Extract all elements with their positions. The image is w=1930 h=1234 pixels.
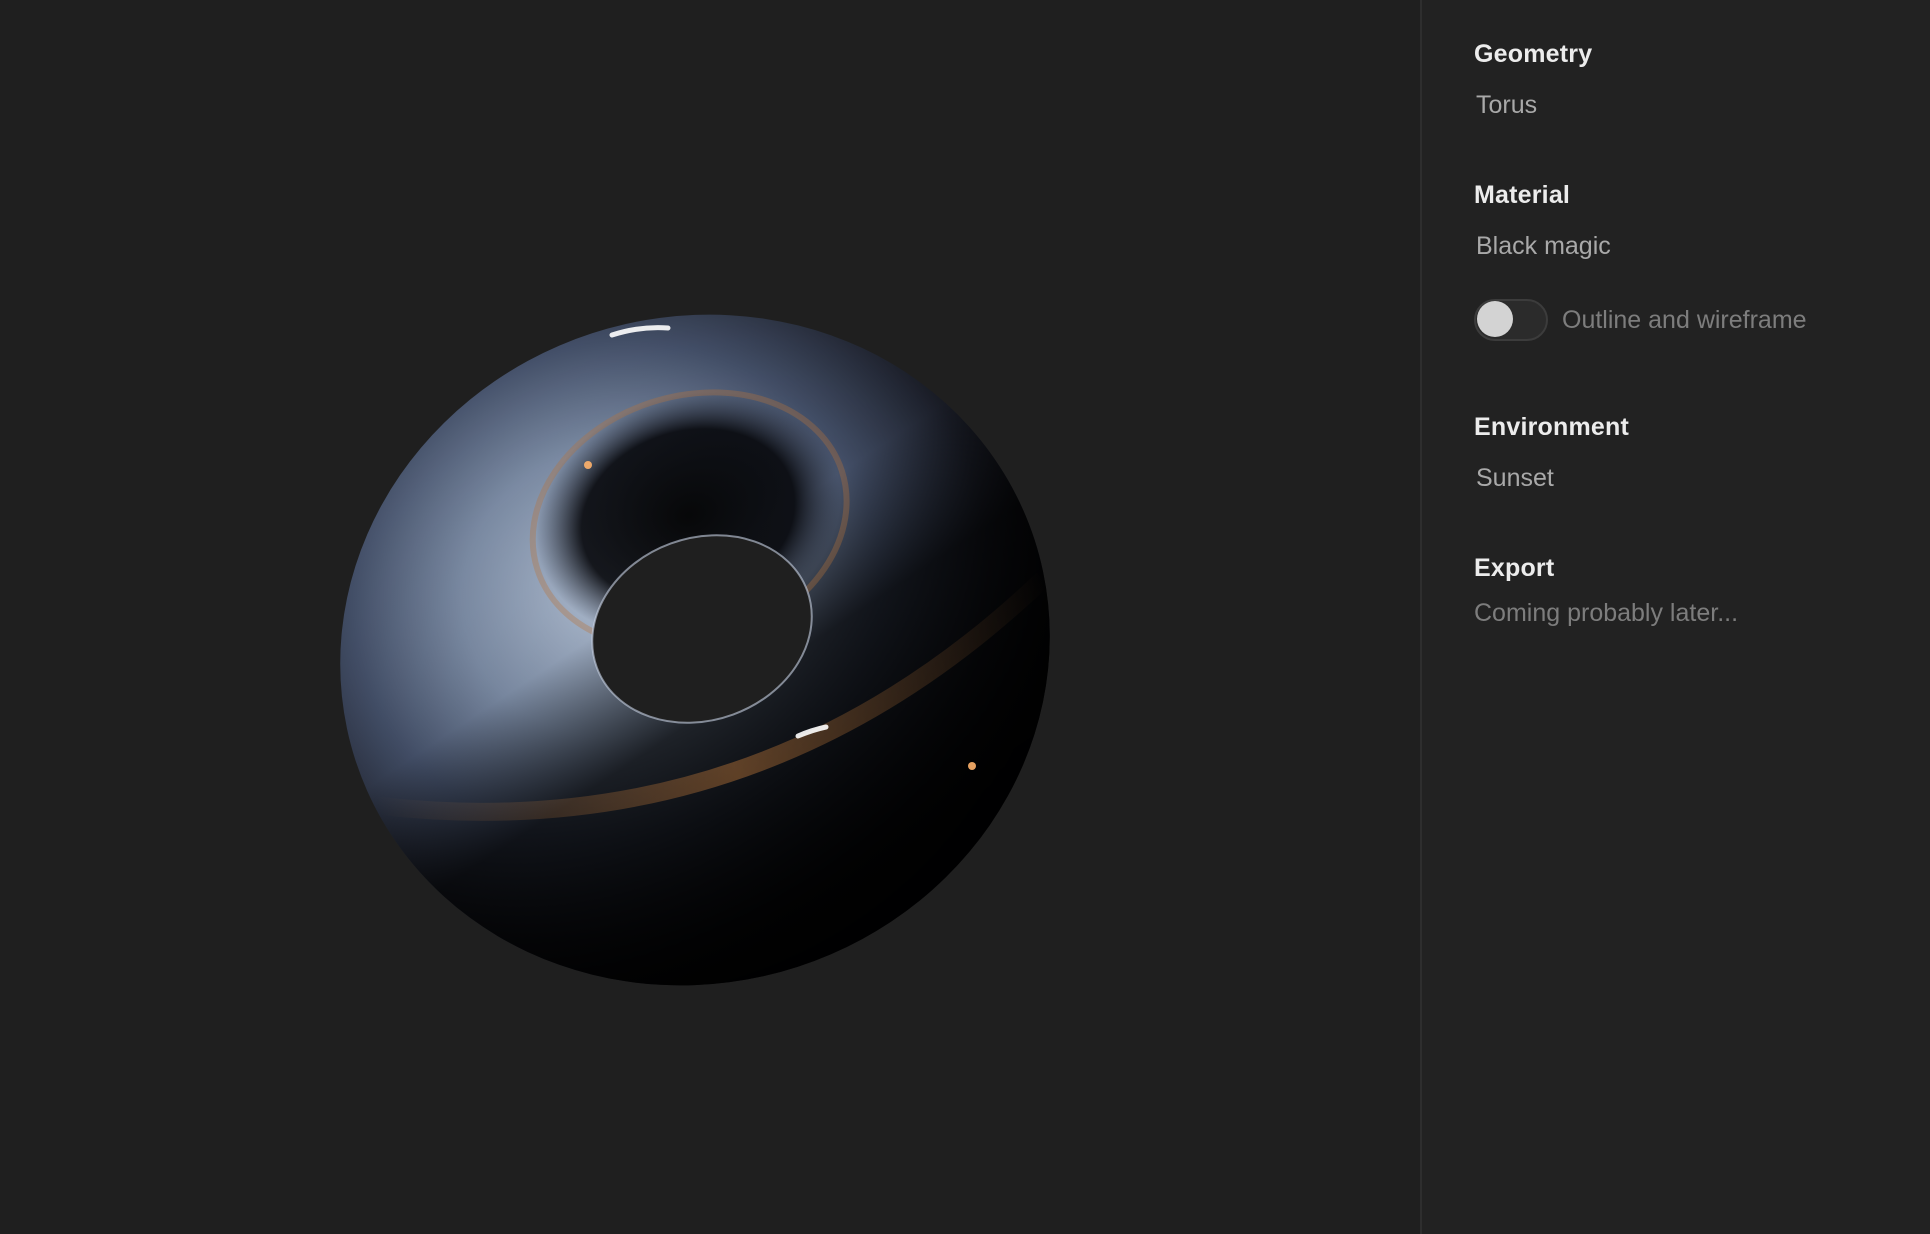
app-window: Geometry Torus Material Black magic Outl… bbox=[0, 0, 1930, 1234]
outline-wireframe-row: Outline and wireframe bbox=[1474, 299, 1807, 341]
material-heading: Material bbox=[1474, 181, 1571, 209]
export-section: Export Coming probably later... bbox=[1474, 554, 1738, 628]
material-section: Material Black magic bbox=[1474, 181, 1611, 261]
material-select[interactable]: Black magic bbox=[1476, 232, 1611, 261]
settings-sidebar: Geometry Torus Material Black magic Outl… bbox=[1420, 0, 1930, 1234]
export-heading: Export bbox=[1474, 554, 1555, 582]
geometry-heading: Geometry bbox=[1474, 40, 1593, 68]
outline-wireframe-label: Outline and wireframe bbox=[1562, 305, 1807, 334]
environment-section: Environment Sunset bbox=[1474, 413, 1629, 493]
3d-viewport[interactable] bbox=[0, 0, 1420, 1234]
toggle-knob bbox=[1477, 301, 1513, 337]
torus-render[interactable] bbox=[0, 0, 1420, 1234]
export-note: Coming probably later... bbox=[1474, 599, 1739, 627]
geometry-select[interactable]: Torus bbox=[1476, 91, 1537, 120]
environment-select[interactable]: Sunset bbox=[1476, 464, 1554, 493]
environment-heading: Environment bbox=[1474, 413, 1629, 441]
geometry-section: Geometry Torus bbox=[1474, 40, 1592, 120]
outline-wireframe-toggle[interactable] bbox=[1474, 299, 1548, 341]
